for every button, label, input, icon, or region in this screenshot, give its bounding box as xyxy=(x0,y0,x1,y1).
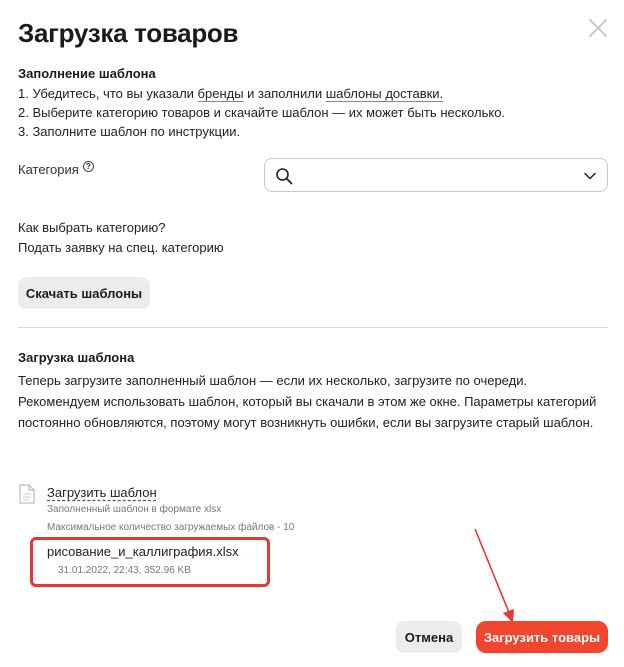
divider xyxy=(18,327,608,328)
chevron-down-icon xyxy=(584,172,596,180)
step-3: 3. Заполните шаблон по инструкции. xyxy=(18,124,241,139)
step-1: 1. Убедитесь, что вы указали бренды и за… xyxy=(18,86,443,101)
annotation-arrow xyxy=(474,528,514,623)
upload-format-hint: Заполненный шаблон в формате xlsx xyxy=(47,504,222,515)
step-1-prefix: 1. Убедитесь, что вы указали xyxy=(18,86,198,101)
template-fill-heading: Заполнение шаблона xyxy=(18,66,156,81)
page-title: Загрузка товаров xyxy=(18,18,239,48)
upload-template-link[interactable]: Загрузить шаблон xyxy=(47,485,157,500)
step-2: 2. Выберите категорию товаров и скачайте… xyxy=(18,105,506,120)
cancel-button[interactable]: Отмена xyxy=(396,621,462,653)
category-label-row: Категория ? xyxy=(18,161,94,177)
brands-link[interactable]: бренды xyxy=(198,86,244,101)
file-icon xyxy=(19,484,35,504)
how-to-choose-link[interactable]: Как выбрать категорию? xyxy=(18,220,165,235)
close-icon[interactable] xyxy=(588,18,608,38)
download-templates-button[interactable]: Скачать шаблоны xyxy=(18,277,150,309)
upload-heading: Загрузка шаблона xyxy=(18,350,135,365)
uploaded-file-meta: 31.01.2022, 22:43, 352.96 KB xyxy=(58,565,191,576)
uploaded-file-name[interactable]: рисование_и_каллиграфия.xlsx xyxy=(47,544,239,559)
category-label: Категория xyxy=(18,162,79,177)
step-1-middle: и заполнили xyxy=(243,86,326,101)
special-category-link[interactable]: Подать заявку на спец. категорию xyxy=(18,240,224,255)
question-circle-icon[interactable]: ? xyxy=(82,161,94,172)
delivery-templates-link[interactable]: шаблоны доставки. xyxy=(326,86,443,101)
search-icon xyxy=(276,168,293,185)
upload-products-button[interactable]: Загрузить товары xyxy=(476,621,608,653)
upload-max-files-hint: Максимальное количество загружаемых файл… xyxy=(47,522,295,533)
category-select[interactable] xyxy=(264,158,608,192)
upload-description: Теперь загрузите заполненный шаблон — ес… xyxy=(18,373,597,430)
